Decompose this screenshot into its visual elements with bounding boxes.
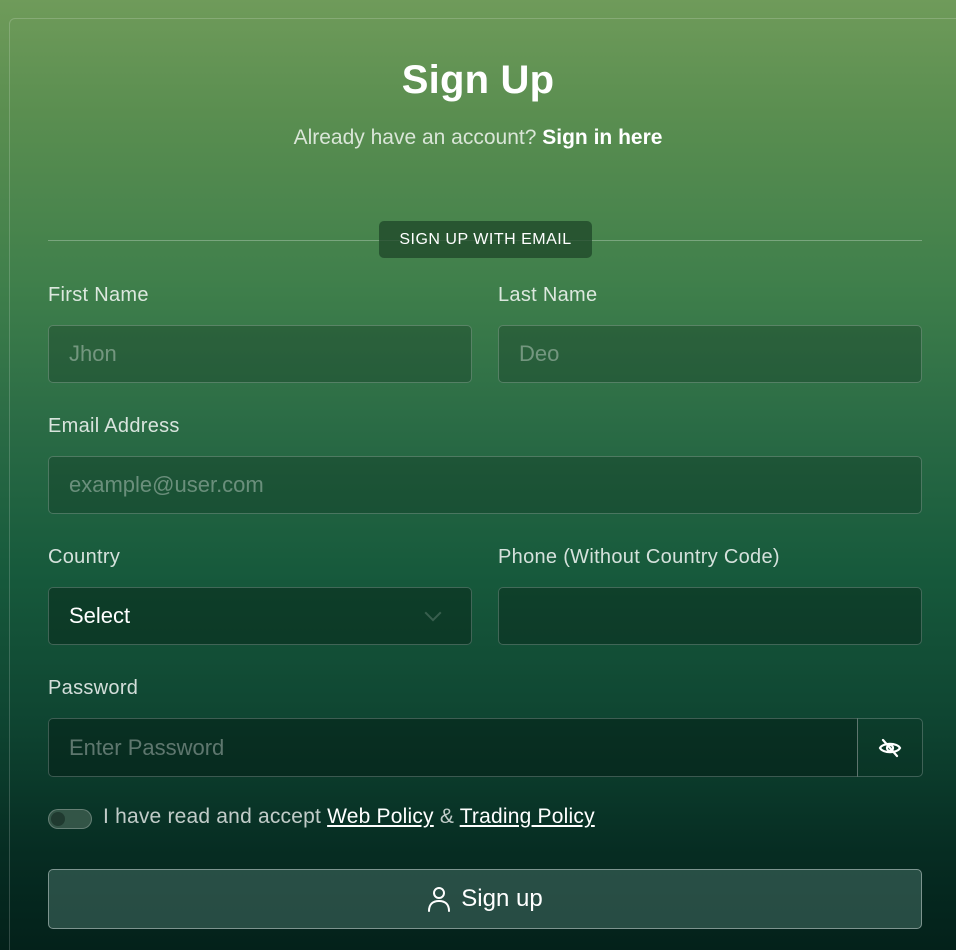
sign-up-button-label: Sign up [461,885,543,912]
user-icon [428,887,451,912]
country-select[interactable]: Select [48,587,472,645]
first-name-input[interactable] [48,325,472,383]
terms-separator: & [439,805,455,828]
chevron-down-icon [424,604,442,622]
country-select-value: Select [69,603,131,628]
eye-off-icon [878,738,902,757]
terms-prefix: I have read and accept [103,805,322,828]
password-visibility-toggle[interactable] [857,718,923,777]
toggle-knob [51,812,65,826]
country-label: Country [48,546,121,568]
page-title: Sign Up [401,58,555,102]
email-label: Email Address [48,415,180,437]
divider-label: SIGN UP WITH EMAIL [379,221,592,258]
first-name-label: First Name [48,284,149,306]
signin-prompt: Already have an account? Sign in here [0,126,956,150]
last-name-label: Last Name [498,284,598,306]
sign-up-button[interactable]: Sign up [48,869,922,929]
email-input[interactable] [48,456,922,514]
signin-link[interactable]: Sign in here [542,126,662,149]
accept-terms-toggle[interactable] [48,809,92,829]
phone-label: Phone (Without Country Code) [498,546,780,568]
trading-policy-link[interactable]: Trading Policy [460,805,595,828]
phone-input[interactable] [498,587,922,645]
password-label: Password [48,677,139,699]
web-policy-link[interactable]: Web Policy [327,805,434,828]
password-input[interactable] [48,718,858,777]
terms-text: I have read and accept Web Policy & Trad… [103,805,595,829]
signin-prompt-text: Already have an account? [293,126,537,149]
last-name-input[interactable] [498,325,922,383]
